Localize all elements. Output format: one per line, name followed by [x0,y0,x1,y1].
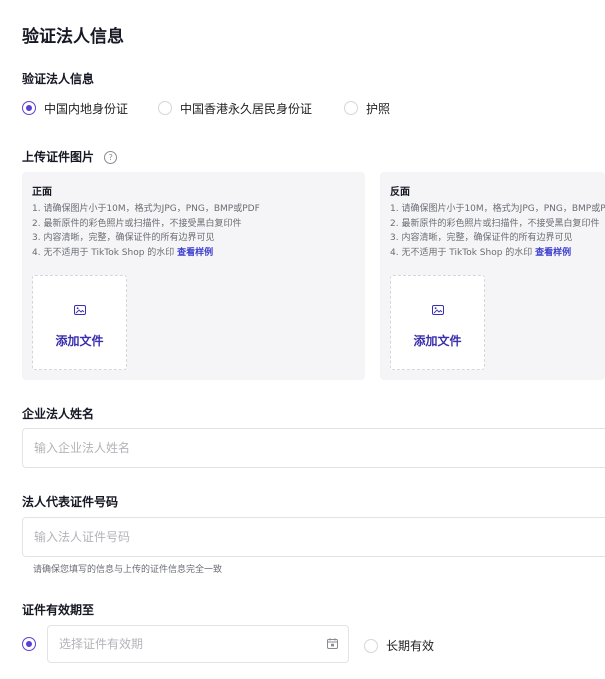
expiry-long-term-label: 长期有效 [386,639,435,653]
id-type-mainland-label: 中国内地身份证 [44,101,129,116]
id-number-hint: 请确保您填写的信息与上传的证件信息完全一致 [33,565,223,575]
expiry-long-term-radio[interactable]: 长期有效 [364,637,434,654]
front-req-3: 3. 内容清晰，完整，确保证件的所有边界可见 [32,233,215,243]
back-req-4-row: 4. 无不适用于 TikTok Shop 的水印 查看样例 [390,246,605,261]
front-sample-link[interactable]: 查看样例 [177,248,213,258]
id-type-label: 验证法人信息 [22,72,95,86]
id-type-mainland[interactable]: 中国内地身份证 [22,100,128,117]
back-sample-link[interactable]: 查看样例 [535,248,571,258]
id-type-passport[interactable]: 护照 [344,100,390,117]
front-req-1: 1. 请确保图片小于10M，格式为JPG，PNG，BMP或PDF [32,204,260,214]
upload-section-title: 上传证件图片 [22,150,95,164]
id-number-input[interactable]: 输入法人证件号码 [22,517,605,557]
expiry-date-picker[interactable]: 选择证件有效期 [47,625,349,663]
back-requirements: 1. 请确保图片小于10M，格式为JPG，PNG，BMP或PDF 2. 最新原件… [390,202,605,260]
front-requirements: 1. 请确保图片小于10M，格式为JPG，PNG，BMP或PDF 2. 最新原件… [32,202,260,260]
page-title: 验证法人信息 [22,27,124,47]
upload-card-front: 正面 1. 请确保图片小于10M，格式为JPG，PNG，BMP或PDF 2. 最… [22,172,365,380]
front-add-file-label: 添加文件 [55,334,104,348]
front-req-4-row: 4. 无不适用于 TikTok Shop 的水印 查看样例 [32,246,260,261]
upload-card-back: 反面 1. 请确保图片小于10M，格式为JPG，PNG，BMP或PDF 2. 最… [380,172,605,380]
radio-selected-icon[interactable] [22,101,36,115]
help-circle-icon[interactable]: ? [104,151,118,164]
name-field-label: 企业法人姓名 [22,407,95,421]
radio-unselected-icon[interactable] [158,101,173,115]
front-req-2: 2. 最新原件的彩色照片或扫描件，不接受黑白复印件 [32,218,242,229]
back-title: 反面 [390,187,410,198]
calendar-icon[interactable] [327,638,338,649]
back-req-2: 2. 最新原件的彩色照片或扫描件，不接受黑白复印件 [390,218,600,229]
back-req-1: 1. 请确保图片小于10M，格式为JPG，PNG，BMP或PDF [390,204,605,214]
radio-unselected-icon[interactable] [364,638,378,653]
upload-section-label: 上传证件图片 ? [22,148,118,165]
back-req-3: 3. 内容清晰，完整，确保证件的所有边界可见 [390,233,573,243]
expiry-date-radio[interactable] [22,637,44,651]
image-icon [432,305,444,315]
id-type-passport-label: 护照 [366,101,391,116]
legal-rep-name-input[interactable]: 输入企业法人姓名 [22,428,605,468]
image-icon [74,305,86,315]
id-type-hongkong[interactable]: 中国香港永久居民身份证 [158,100,312,117]
expiry-label: 证件有效期至 [22,603,95,617]
radio-unselected-icon[interactable] [344,101,359,115]
front-req-4: 4. 无不适用于 TikTok Shop 的水印 [32,247,175,258]
back-add-file-label: 添加文件 [413,334,462,348]
id-type-radio-group: 中国内地身份证 中国香港永久居民身份证 护照 [22,99,390,117]
back-req-4: 4. 无不适用于 TikTok Shop 的水印 [390,247,533,258]
expiry-date-placeholder: 选择证件有效期 [59,637,144,651]
id-type-hongkong-label: 中国香港永久居民身份证 [180,101,313,116]
front-title: 正面 [32,187,52,198]
back-add-file-button[interactable]: 添加文件 [390,275,485,370]
radio-selected-icon[interactable] [22,637,36,651]
id-number-field-label: 法人代表证件号码 [22,495,119,509]
front-add-file-button[interactable]: 添加文件 [32,275,127,370]
